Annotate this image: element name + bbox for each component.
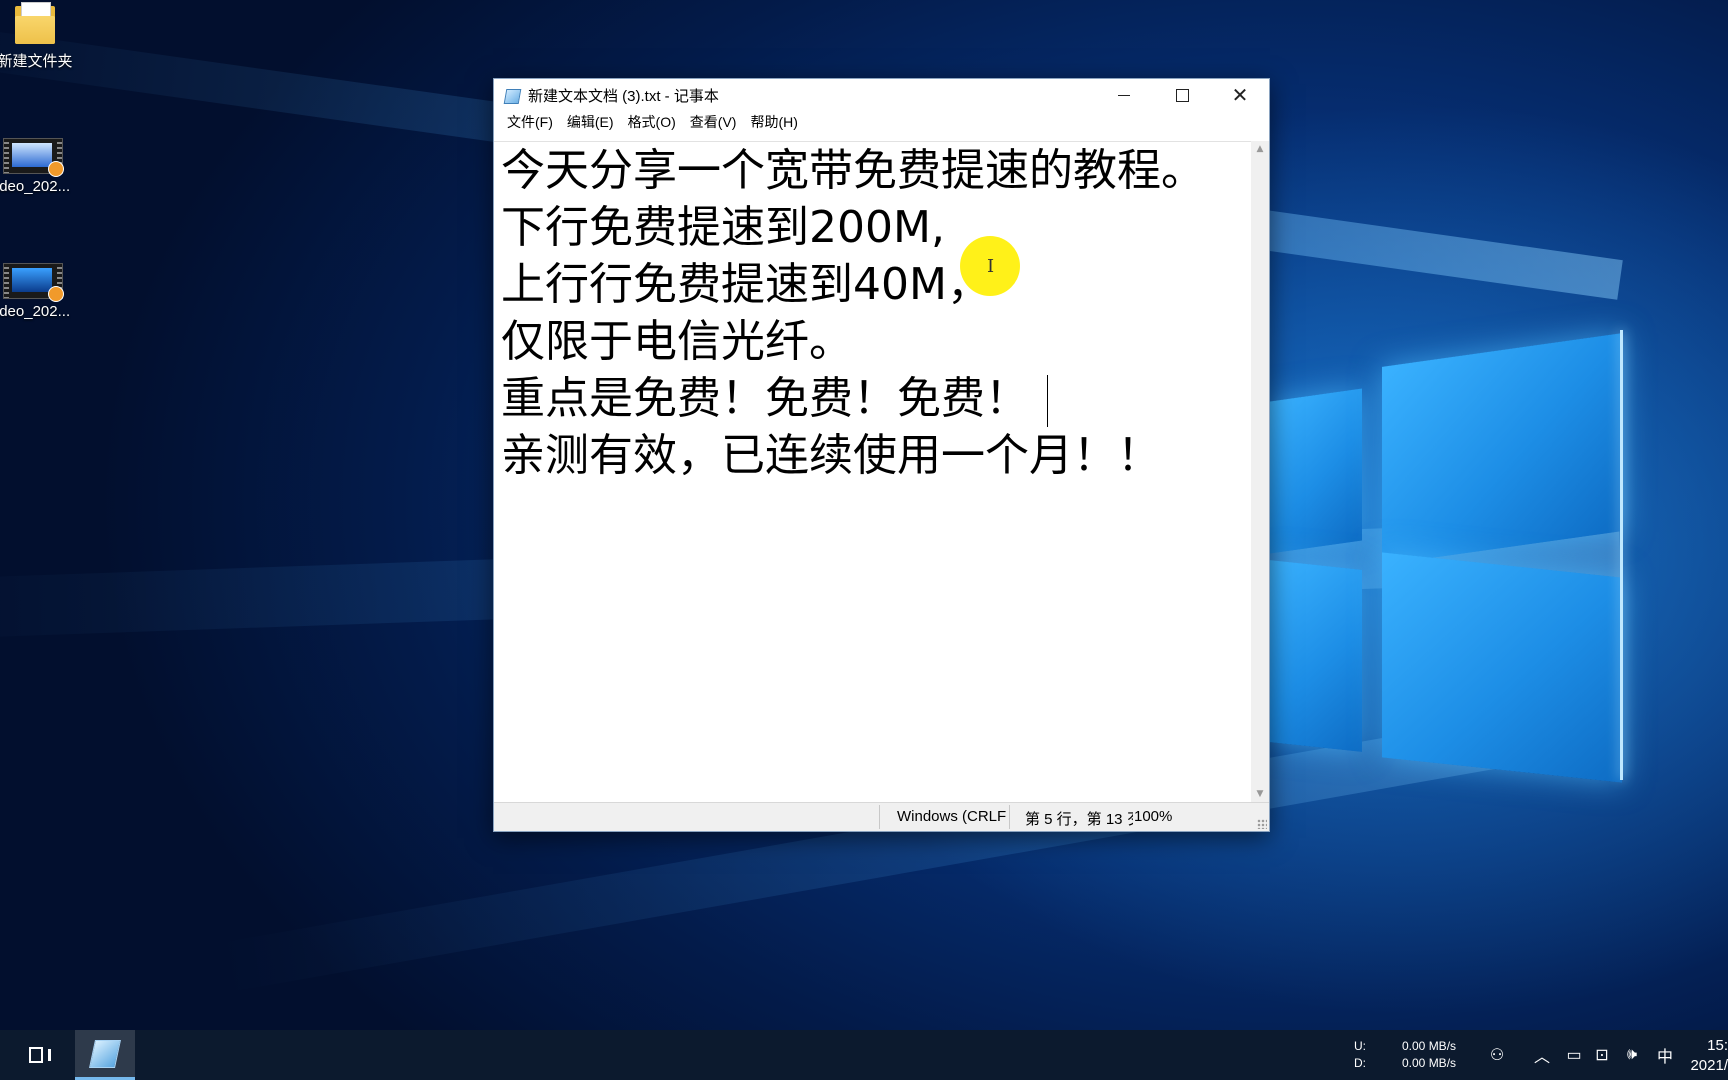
menu-bar: 文件(F) 编辑(E) 格式(O) 查看(V) 帮助(H)	[494, 111, 1269, 133]
notepad-app-icon	[503, 87, 522, 104]
windows-logo-edge	[1620, 330, 1623, 780]
network-icon[interactable]: ⊡	[1590, 1030, 1614, 1080]
text-line: 下行免费提速到200M,	[501, 202, 945, 253]
status-line-ending: Windows (CRLF	[897, 808, 1007, 825]
clock-date: 2021/	[1690, 1057, 1728, 1074]
windows-logo-pane	[1270, 388, 1362, 554]
text-cursor-icon: I	[987, 256, 995, 277]
mouse-highlight: I	[960, 236, 1020, 296]
show-hidden-icons-chevron-icon[interactable]: ︿	[1530, 1030, 1554, 1080]
windows-logo-pane	[1382, 333, 1622, 565]
upload-speed: 0.00 MB/s	[1402, 1039, 1457, 1053]
people-icon[interactable]: ⚇	[1484, 1030, 1510, 1080]
menu-edit[interactable]: 编辑(E)	[560, 112, 621, 132]
menu-file[interactable]: 文件(F)	[500, 112, 560, 132]
notepad-window[interactable]: 新建文本文档 (3).txt - 记事本 ✕ 文件(F) 编辑(E) 格式(O)…	[493, 78, 1270, 832]
task-view-icon	[29, 1047, 51, 1063]
status-separator	[879, 805, 880, 829]
desktop-icon-label: ideo_202...	[0, 303, 71, 320]
clock[interactable]: 15: 2021/	[1690, 1036, 1728, 1076]
video-file-icon	[3, 138, 64, 177]
menu-view[interactable]: 查看(V)	[683, 112, 744, 132]
desktop-icon-video-2[interactable]: ideo_202...	[0, 263, 78, 320]
scroll-down-icon[interactable]: ▼	[1251, 786, 1269, 803]
desktop-icon-label: ideo_202...	[0, 178, 71, 195]
maximize-button[interactable]	[1153, 79, 1211, 111]
netspeed-values: 0.00 MB/s 0.00 MB/s	[1402, 1038, 1456, 1072]
folder-icon	[15, 2, 55, 46]
ime-indicator[interactable]: 中	[1652, 1030, 1678, 1080]
menu-help[interactable]: 帮助(H)	[743, 112, 804, 132]
text-editor[interactable]: 今天分享一个宽带免费提速的教程。 下行免费提速到200M, 上行行免费提速到40…	[494, 141, 1251, 803]
upload-label: U:	[1354, 1039, 1366, 1053]
text-line-with-caret: 重点是免费！免费！免费！	[501, 370, 1251, 427]
netspeed-labels: U: D:	[1354, 1038, 1366, 1072]
notepad-app-icon	[89, 1039, 121, 1068]
text-line: 上行行免费提速到40M，	[501, 259, 991, 310]
status-zoom: 100%	[1134, 808, 1173, 825]
taskbar: U: D: 0.00 MB/s 0.00 MB/s ⚇ ︿ ▭ ⊡ 🕪 中 15…	[0, 1030, 1728, 1080]
status-cursor-position: 第 5 行，第 13 歹	[1025, 811, 1133, 828]
taskbar-notepad-button[interactable]	[75, 1030, 135, 1080]
text-line: 亲测有效，已连续使用一个月！！	[501, 430, 1161, 481]
minimize-icon	[1118, 94, 1130, 96]
clock-time: 15:	[1707, 1037, 1728, 1054]
windows-logo-pane	[1270, 560, 1362, 752]
window-title: 新建文本文档 (3).txt - 记事本	[528, 87, 719, 105]
download-speed: 0.00 MB/s	[1402, 1056, 1457, 1070]
title-bar[interactable]: 新建文本文档 (3).txt - 记事本 ✕	[494, 79, 1269, 111]
scroll-up-icon[interactable]: ▲	[1251, 141, 1269, 158]
text-line: 重点是免费！免费！免费！	[501, 373, 1029, 424]
desktop-icon-label: 新建文件夹	[0, 53, 73, 70]
status-bar: Windows (CRLF 第 5 行，第 13 歹 100%	[494, 802, 1269, 831]
task-view-button[interactable]	[20, 1030, 60, 1080]
desktop-icon-new-folder[interactable]: 新建文件夹	[0, 2, 80, 71]
close-icon: ✕	[1231, 83, 1249, 107]
desktop-icon-video-1[interactable]: ideo_202...	[0, 138, 78, 195]
battery-icon[interactable]: ▭	[1562, 1030, 1586, 1080]
maximize-icon	[1175, 88, 1189, 102]
volume-icon[interactable]: 🕪	[1620, 1030, 1644, 1080]
text-line: 今天分享一个宽带免费提速的教程。	[501, 145, 1205, 196]
download-label: D:	[1354, 1056, 1366, 1070]
resize-grip-icon[interactable]	[1257, 819, 1267, 829]
desktop-background: 新建文件夹 ideo_202... ideo_202... 新建文本文档 (3)…	[0, 0, 1728, 1030]
close-button[interactable]: ✕	[1211, 79, 1269, 111]
video-file-icon	[3, 263, 64, 302]
windows-logo-pane	[1382, 552, 1622, 783]
vertical-scrollbar[interactable]: ▲ ▼	[1251, 141, 1269, 803]
status-separator	[1009, 805, 1010, 829]
menu-format[interactable]: 格式(O)	[621, 112, 683, 132]
text-caret	[1047, 375, 1048, 427]
text-line: 仅限于电信光纤。	[501, 316, 853, 367]
minimize-button[interactable]	[1095, 79, 1153, 111]
